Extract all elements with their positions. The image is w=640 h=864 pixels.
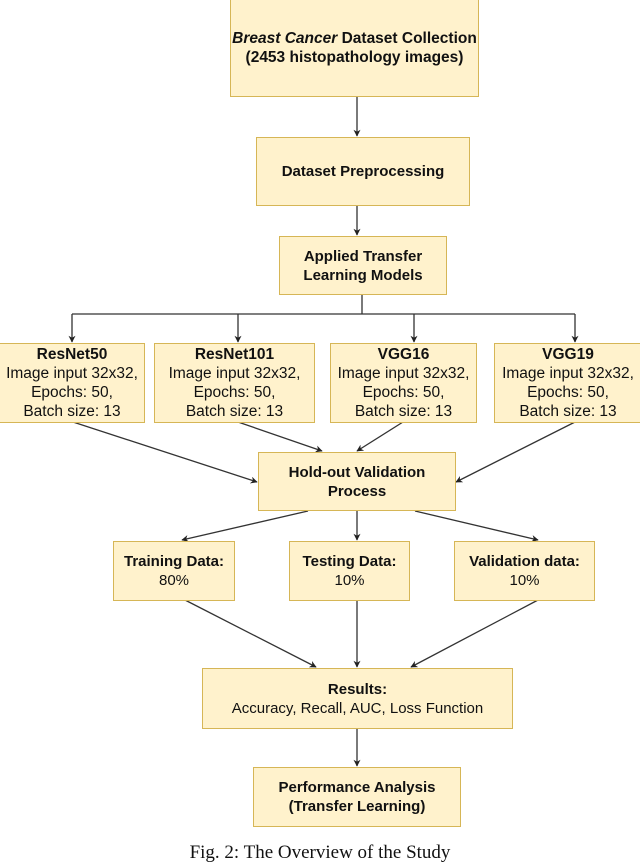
edge-holdout-validation xyxy=(414,510,539,542)
edges-layer xyxy=(68,97,579,767)
node-model-resnet50: ResNet50 Image input 32x32, Epochs: 50, … xyxy=(0,343,145,423)
model-epochs: Epochs: 50, xyxy=(31,384,113,401)
transfer-line2: Learning Models xyxy=(303,266,423,284)
node-model-vgg19: VGG19 Image input 32x32, Epochs: 50, Bat… xyxy=(494,343,640,423)
model-name: ResNet50 xyxy=(36,346,108,363)
performance-line1: Performance Analysis xyxy=(278,779,436,796)
model-batch: Batch size: 13 xyxy=(23,403,121,420)
node-results: Results: Accuracy, Recall, AUC, Loss Fun… xyxy=(202,668,513,729)
node-dataset-collection: Breast Cancer Dataset Collection (2453 h… xyxy=(230,0,479,97)
model-input: Image input 32x32, xyxy=(6,365,138,382)
transfer-line1: Applied Transfer xyxy=(303,247,423,265)
split-value: 80% xyxy=(158,572,190,589)
collection-subtitle: (2453 histopathology images) xyxy=(245,48,464,66)
node-training-data: Training Data: 80% xyxy=(113,541,235,601)
collection-title-rest: Dataset Collection xyxy=(337,29,477,47)
model-input: Image input 32x32, xyxy=(168,365,301,382)
node-model-vgg16: VGG16 Image input 32x32, Epochs: 50, Bat… xyxy=(330,343,477,423)
edge-vgg19-holdout xyxy=(455,421,576,483)
split-value: 10% xyxy=(334,572,365,589)
edge-resnet101-holdout xyxy=(237,421,323,453)
results-metrics: Accuracy, Recall, AUC, Loss Function xyxy=(231,699,484,717)
node-model-resnet101: ResNet101 Image input 32x32, Epochs: 50,… xyxy=(154,343,315,423)
model-batch: Batch size: 13 xyxy=(519,403,617,420)
node-performance-analysis: Performance Analysis (Transfer Learning) xyxy=(253,767,461,827)
holdout-line1: Hold-out Validation xyxy=(288,463,426,481)
edge-validation-results xyxy=(410,599,539,668)
edge-vgg16-holdout xyxy=(356,421,404,452)
edge-holdout-training xyxy=(181,510,309,542)
node-testing-data: Testing Data: 10% xyxy=(289,541,410,601)
edge-training-results xyxy=(184,599,317,668)
node-applied-transfer-learning: Applied Transfer Learning Models xyxy=(279,236,447,295)
split-value: 10% xyxy=(509,572,540,589)
figure-caption: Fig. 2: The Overview of the Study xyxy=(189,842,451,863)
model-batch: Batch size: 13 xyxy=(185,403,284,420)
node-dataset-preprocessing: Dataset Preprocessing xyxy=(256,137,470,206)
model-epochs: Epochs: 50, xyxy=(362,384,445,401)
edge-resnet50-holdout xyxy=(72,421,258,484)
model-epochs: Epochs: 50, xyxy=(527,384,609,401)
preprocessing-title: Dataset Preprocessing xyxy=(281,163,445,180)
model-input: Image input 32x32, xyxy=(502,365,634,382)
model-input: Image input 32x32, xyxy=(337,365,470,382)
split-label: Training Data: xyxy=(123,553,224,570)
model-batch: Batch size: 13 xyxy=(354,403,453,420)
node-holdout-validation: Hold-out Validation Process xyxy=(258,452,456,511)
collection-title-italic: Breast Cancer xyxy=(232,29,338,47)
model-epochs: Epochs: 50, xyxy=(193,384,276,401)
node-validation-data: Validation data: 10% xyxy=(454,541,595,601)
split-label: Validation data: xyxy=(469,553,580,570)
split-label: Testing Data: xyxy=(302,553,397,570)
model-name: ResNet101 xyxy=(194,346,275,363)
holdout-line2: Process xyxy=(327,482,387,500)
model-name: VGG16 xyxy=(377,346,430,363)
performance-line2: (Transfer Learning) xyxy=(288,798,426,815)
model-name: VGG19 xyxy=(542,346,594,363)
results-title: Results: xyxy=(327,680,388,698)
